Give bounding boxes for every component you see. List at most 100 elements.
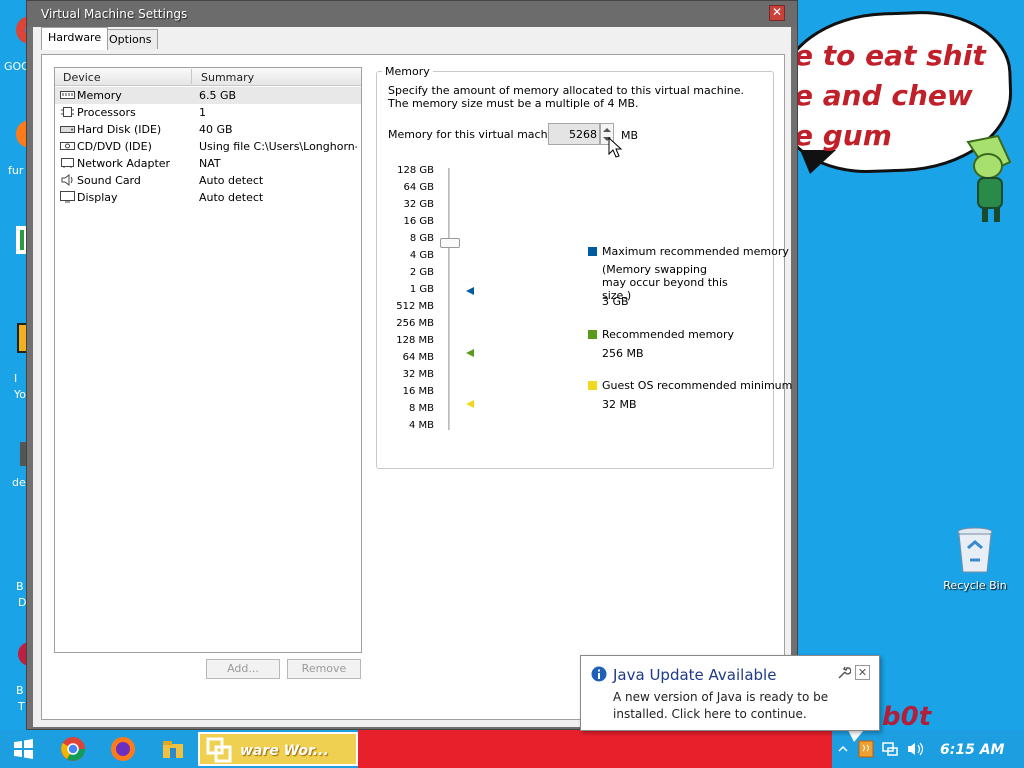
column-header-device[interactable]: Device bbox=[63, 71, 101, 84]
scale-tick: 128 MB bbox=[396, 335, 434, 346]
scale-tick: 8 MB bbox=[408, 403, 434, 414]
device-summary: NAT bbox=[199, 157, 221, 170]
mouse-cursor-icon bbox=[608, 137, 623, 158]
scale-tick: 4 GB bbox=[409, 250, 434, 261]
java-tray-icon[interactable] bbox=[858, 740, 874, 758]
scale-tick: 256 MB bbox=[396, 318, 434, 329]
close-button[interactable]: ✕ bbox=[769, 5, 785, 21]
device-name: CD/DVD (IDE) bbox=[77, 140, 152, 153]
device-summary: Auto detect bbox=[199, 174, 264, 187]
recycle-bin[interactable]: Recycle Bin bbox=[940, 526, 1010, 592]
scale-tick: 512 MB bbox=[396, 301, 434, 312]
vm-settings-window: Virtual Machine Settings ✕ Hardware Opti… bbox=[26, 0, 798, 730]
processor-icon bbox=[61, 107, 74, 117]
java-update-notification[interactable]: Java Update Available A new version of J… bbox=[580, 655, 880, 731]
memory-slider-track[interactable] bbox=[448, 168, 450, 430]
scale-tick: 8 GB bbox=[409, 233, 434, 244]
memory-icon bbox=[60, 91, 75, 99]
chevron-up-icon[interactable] bbox=[838, 744, 848, 754]
window-title: Virtual Machine Settings bbox=[41, 7, 188, 21]
cartoon-character bbox=[966, 134, 1012, 222]
chrome-taskbar-icon[interactable] bbox=[58, 734, 88, 764]
device-row-display[interactable]: Display Auto detect bbox=[55, 189, 361, 206]
scale-tick: 16 GB bbox=[403, 216, 434, 227]
device-name: Display bbox=[77, 191, 118, 204]
max-recommended-swatch bbox=[588, 247, 597, 256]
scale-tick: 128 GB bbox=[397, 165, 434, 176]
desktop-icon-label: Yo bbox=[14, 388, 26, 401]
vmware-icon bbox=[206, 737, 232, 763]
bubble-line: e to eat shit bbox=[794, 39, 986, 72]
bubble-line: e and chew bbox=[794, 79, 973, 112]
notification-title: Java Update Available bbox=[613, 666, 777, 684]
network-adapter-icon bbox=[61, 158, 74, 168]
device-row-network-adapter[interactable]: Network Adapter NAT bbox=[55, 155, 361, 172]
device-name: Processors bbox=[77, 106, 136, 119]
taskbar-banner bbox=[358, 730, 832, 768]
add-device-button[interactable]: Add... bbox=[206, 659, 280, 679]
max-recommended-label: Maximum recommended memory bbox=[602, 245, 789, 258]
popup-tail bbox=[848, 730, 864, 742]
device-name: Hard Disk (IDE) bbox=[77, 123, 162, 136]
desktop-icon-label: T bbox=[18, 700, 25, 713]
taskbar: ware Wor... 6:15 AM bbox=[0, 730, 1024, 768]
scale-tick: 32 MB bbox=[402, 369, 434, 380]
minimum-label: Guest OS recommended minimum bbox=[602, 379, 793, 392]
recommended-marker-icon bbox=[466, 349, 474, 357]
file-explorer-icon[interactable] bbox=[158, 734, 188, 764]
wrench-icon[interactable] bbox=[837, 666, 851, 680]
taskbar-app-label: ware Wor... bbox=[240, 743, 329, 759]
memory-slider-thumb[interactable] bbox=[440, 238, 460, 248]
memory-size-input[interactable]: 5268 bbox=[548, 123, 600, 145]
tab-options[interactable]: Options bbox=[102, 29, 159, 49]
device-row-cd-dvd[interactable]: CD/DVD (IDE) Using file C:\Users\Longhor… bbox=[55, 138, 361, 155]
recycle-bin-label: Recycle Bin bbox=[943, 579, 1007, 592]
spin-up-icon[interactable] bbox=[603, 128, 611, 132]
recommended-label: Recommended memory bbox=[602, 328, 735, 341]
volume-icon[interactable] bbox=[906, 741, 924, 757]
scale-tick: 64 MB bbox=[402, 352, 434, 363]
device-list-header: Device Summary bbox=[55, 68, 361, 86]
column-header-summary[interactable]: Summary bbox=[201, 71, 254, 84]
desktop-icon-label: B bbox=[16, 684, 24, 697]
scale-tick: 32 GB bbox=[403, 199, 434, 210]
recycle-bin-icon bbox=[957, 527, 993, 573]
device-summary: Using file C:\Users\Longhorn-... bbox=[199, 140, 357, 153]
device-summary: 1 bbox=[199, 106, 206, 119]
scale-tick: 4 MB bbox=[408, 420, 434, 431]
taskbar-vmware-button[interactable]: ware Wor... bbox=[198, 732, 358, 766]
notification-body[interactable]: A new version of Java is ready to be ins… bbox=[613, 689, 873, 723]
desktop-icon-label: de bbox=[12, 476, 26, 489]
memory-field-label: Memory for this virtual machine: bbox=[388, 128, 569, 141]
scale-tick: 64 GB bbox=[403, 182, 434, 193]
title-bar[interactable]: Virtual Machine Settings ✕ bbox=[27, 1, 797, 27]
start-windows-icon[interactable] bbox=[8, 734, 38, 764]
max-recommended-value: 3 GB bbox=[602, 295, 629, 308]
memory-description: Specify the amount of memory allocated t… bbox=[388, 84, 745, 110]
device-row-sound-card[interactable]: Sound Card Auto detect bbox=[55, 172, 361, 189]
remove-device-button[interactable]: Remove bbox=[287, 659, 361, 679]
recommended-value: 256 MB bbox=[602, 347, 644, 360]
taskbar-clock[interactable]: 6:15 AM bbox=[940, 742, 1004, 758]
info-icon bbox=[591, 666, 607, 682]
device-list[interactable]: Device Summary Memory 6.5 GB Processors … bbox=[54, 67, 362, 653]
tab-hardware[interactable]: Hardware bbox=[41, 27, 109, 50]
desktop-icon-label: B bbox=[16, 580, 24, 593]
device-name: Sound Card bbox=[77, 174, 141, 187]
window-client: Hardware Options Device Summary Memory 6… bbox=[33, 27, 793, 727]
firefox-taskbar-icon[interactable] bbox=[108, 734, 138, 764]
scale-tick: 2 GB bbox=[409, 267, 434, 278]
scale-tick: 16 MB bbox=[402, 386, 434, 397]
network-icon[interactable] bbox=[882, 741, 898, 757]
notification-close-button[interactable]: ✕ bbox=[855, 665, 870, 680]
minimum-swatch bbox=[588, 381, 597, 390]
device-name: Network Adapter bbox=[77, 157, 171, 170]
device-name: Memory bbox=[77, 89, 122, 102]
desktop-icon-label: I bbox=[14, 372, 18, 385]
desktop-corner-text: b0t bbox=[882, 702, 932, 732]
recommended-swatch bbox=[588, 330, 597, 339]
device-row-memory[interactable]: Memory 6.5 GB bbox=[55, 87, 361, 104]
device-row-hard-disk[interactable]: Hard Disk (IDE) 40 GB bbox=[55, 121, 361, 138]
device-row-processors[interactable]: Processors 1 bbox=[55, 104, 361, 121]
device-summary: 40 GB bbox=[199, 123, 233, 136]
